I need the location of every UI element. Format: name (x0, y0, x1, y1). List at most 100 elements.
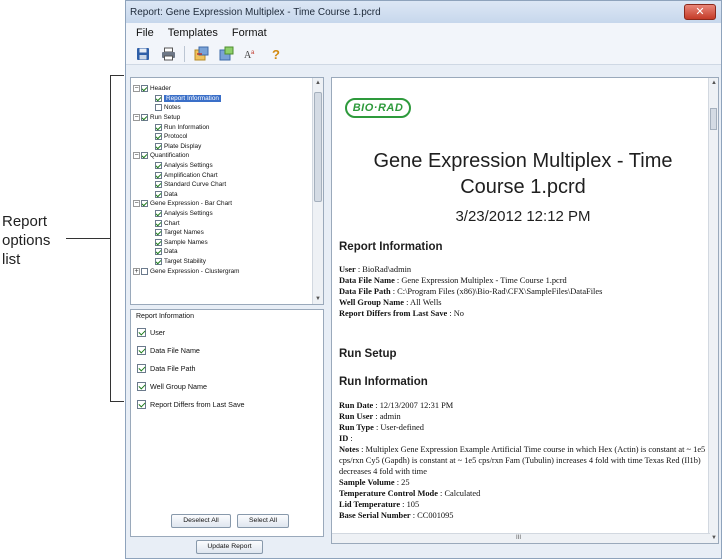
select-all-button[interactable]: Select All (237, 514, 289, 528)
tree-item-label: Sample Names (164, 238, 208, 246)
tree-item-label: Chart (164, 219, 180, 227)
report-field-value: C:\Program Files (x86)\Bio-Rad\CFX\Sampl… (397, 287, 603, 296)
report-field: Temperature Control Mode : Calculated (339, 488, 709, 499)
expand-icon[interactable]: + (133, 267, 140, 275)
report-field-value: admin (379, 412, 401, 421)
tree-item-checkbox[interactable] (155, 257, 162, 265)
report-scroll-thumb[interactable] (710, 108, 717, 130)
scroll-up-icon[interactable]: ▲ (313, 78, 323, 88)
option-checkbox[interactable] (137, 399, 146, 409)
tree-item-checkbox[interactable] (155, 210, 162, 218)
tree-item-label: Notes (164, 104, 181, 112)
tree-item-checkbox[interactable] (141, 114, 148, 122)
tree-item-checkbox[interactable] (155, 133, 162, 141)
menu-templates[interactable]: Templates (168, 27, 218, 39)
report-field: Base Serial Number : CC001095 (339, 510, 709, 521)
text-format-icon[interactable]: Aa (242, 45, 260, 63)
tree-scrollbar[interactable]: ▲ ▼ (312, 78, 323, 304)
tree-item[interactable]: Amplification Chart (133, 170, 311, 180)
tree-item[interactable]: + Gene Expression - Clustergram (133, 266, 311, 276)
collapse-icon[interactable]: − (133, 152, 140, 160)
tree-item-checkbox[interactable] (141, 200, 148, 208)
close-button[interactable]: ✕ (684, 4, 716, 20)
collapse-icon[interactable]: − (133, 85, 140, 93)
tree-item[interactable]: − Header (133, 84, 311, 94)
tree-item[interactable]: − Quantification (133, 151, 311, 161)
tree-item-checkbox[interactable] (141, 152, 148, 160)
svg-text:?: ? (272, 47, 280, 61)
report-field: Well Group Name : All Wells (339, 297, 709, 308)
hscroll-grip[interactable]: III (516, 535, 521, 541)
tree-item[interactable]: Run Information (133, 122, 311, 132)
tree-item[interactable]: Target Stability (133, 257, 311, 267)
tree-item-checkbox[interactable] (155, 171, 162, 179)
report-horizontal-scrollbar[interactable]: III (332, 533, 710, 543)
option-checkbox[interactable] (137, 363, 146, 373)
tree-item[interactable]: − Run Setup (133, 113, 311, 123)
left-panel: − Header Report Information Notes − Run Setup… (130, 71, 326, 556)
report-field-value: Gene Expression Multiplex - Time Course … (401, 276, 567, 285)
collapse-icon[interactable]: − (133, 200, 140, 208)
update-report-button[interactable]: Update Report (196, 540, 263, 554)
tree-item[interactable]: Analysis Settings (133, 161, 311, 171)
bio-rad-logo: BIO·RAD (345, 98, 411, 118)
report-scroll-down-icon[interactable]: ▼ (709, 533, 718, 543)
tree-item[interactable]: Chart (133, 218, 311, 228)
tree-item-checkbox[interactable] (155, 142, 162, 150)
tree-item-checkbox[interactable] (141, 267, 148, 275)
option-checkbox[interactable] (137, 345, 146, 355)
menu-file[interactable]: File (136, 27, 154, 39)
option-label: Report Differs from Last Save (150, 399, 245, 409)
tree-item[interactable]: Sample Names (133, 238, 311, 248)
tree-item[interactable]: Report Information (133, 94, 311, 104)
option-checkbox[interactable] (137, 327, 146, 337)
collapse-icon[interactable]: − (133, 114, 140, 122)
report-field: Report Differs from Last Save : No (339, 308, 709, 319)
callout-line (66, 238, 110, 239)
tree-item[interactable]: Standard Curve Chart (133, 180, 311, 190)
tree-item-checkbox[interactable] (155, 94, 162, 102)
print-icon[interactable] (159, 45, 177, 63)
load-template-icon[interactable] (192, 45, 210, 63)
tree-item[interactable]: Data (133, 190, 311, 200)
menu-format[interactable]: Format (232, 27, 267, 39)
report-field: Run User : admin (339, 411, 709, 422)
tree-item[interactable]: Protocol (133, 132, 311, 142)
tree-item-checkbox[interactable] (155, 104, 162, 112)
scroll-down-icon[interactable]: ▼ (313, 294, 323, 304)
report-options-tree[interactable]: − Header Report Information Notes − Run Setup… (130, 77, 324, 305)
tree-item[interactable]: Plate Display (133, 142, 311, 152)
tree-item-checkbox[interactable] (155, 219, 162, 227)
tree-item-checkbox[interactable] (155, 248, 162, 256)
option-item[interactable]: Data File Name (131, 341, 323, 359)
report-vertical-scrollbar[interactable]: ▲ ▼ (708, 78, 718, 543)
option-item[interactable]: Data File Path (131, 359, 323, 377)
option-checkbox[interactable] (137, 381, 146, 391)
option-item[interactable]: Well Group Name (131, 377, 323, 395)
report-scroll-up-icon[interactable]: ▲ (709, 78, 718, 88)
tree-item-checkbox[interactable] (155, 181, 162, 189)
tree-scroll-thumb[interactable] (314, 92, 322, 202)
report-title: Gene Expression Multiplex - Time Course … (373, 150, 673, 198)
tree-item-checkbox[interactable] (155, 162, 162, 170)
tree-item[interactable]: Notes (133, 103, 311, 113)
deselect-all-button[interactable]: Deselect All (171, 514, 231, 528)
tree-item-checkbox[interactable] (155, 238, 162, 246)
help-icon[interactable]: ? (267, 45, 285, 63)
tree-item-checkbox[interactable] (155, 190, 162, 198)
option-item[interactable]: User (131, 323, 323, 341)
menu-bar: File Templates Format (126, 23, 721, 43)
tree-item-checkbox[interactable] (155, 229, 162, 237)
tree-item[interactable]: Data (133, 247, 311, 257)
tree-item[interactable]: Analysis Settings (133, 209, 311, 219)
save-icon[interactable] (134, 45, 152, 63)
tree-item-checkbox[interactable] (155, 123, 162, 131)
option-item[interactable]: Report Differs from Last Save (131, 395, 323, 413)
section-run-information: Run Information (339, 376, 428, 388)
tree-item-label: Report Information (164, 94, 221, 102)
tree-item[interactable]: − Gene Expression - Bar Chart (133, 199, 311, 209)
tree-item[interactable]: Target Names (133, 228, 311, 238)
save-template-icon[interactable] (217, 45, 235, 63)
title-bar: Report: Gene Expression Multiplex - Time… (126, 1, 721, 23)
tree-item-checkbox[interactable] (141, 85, 148, 93)
